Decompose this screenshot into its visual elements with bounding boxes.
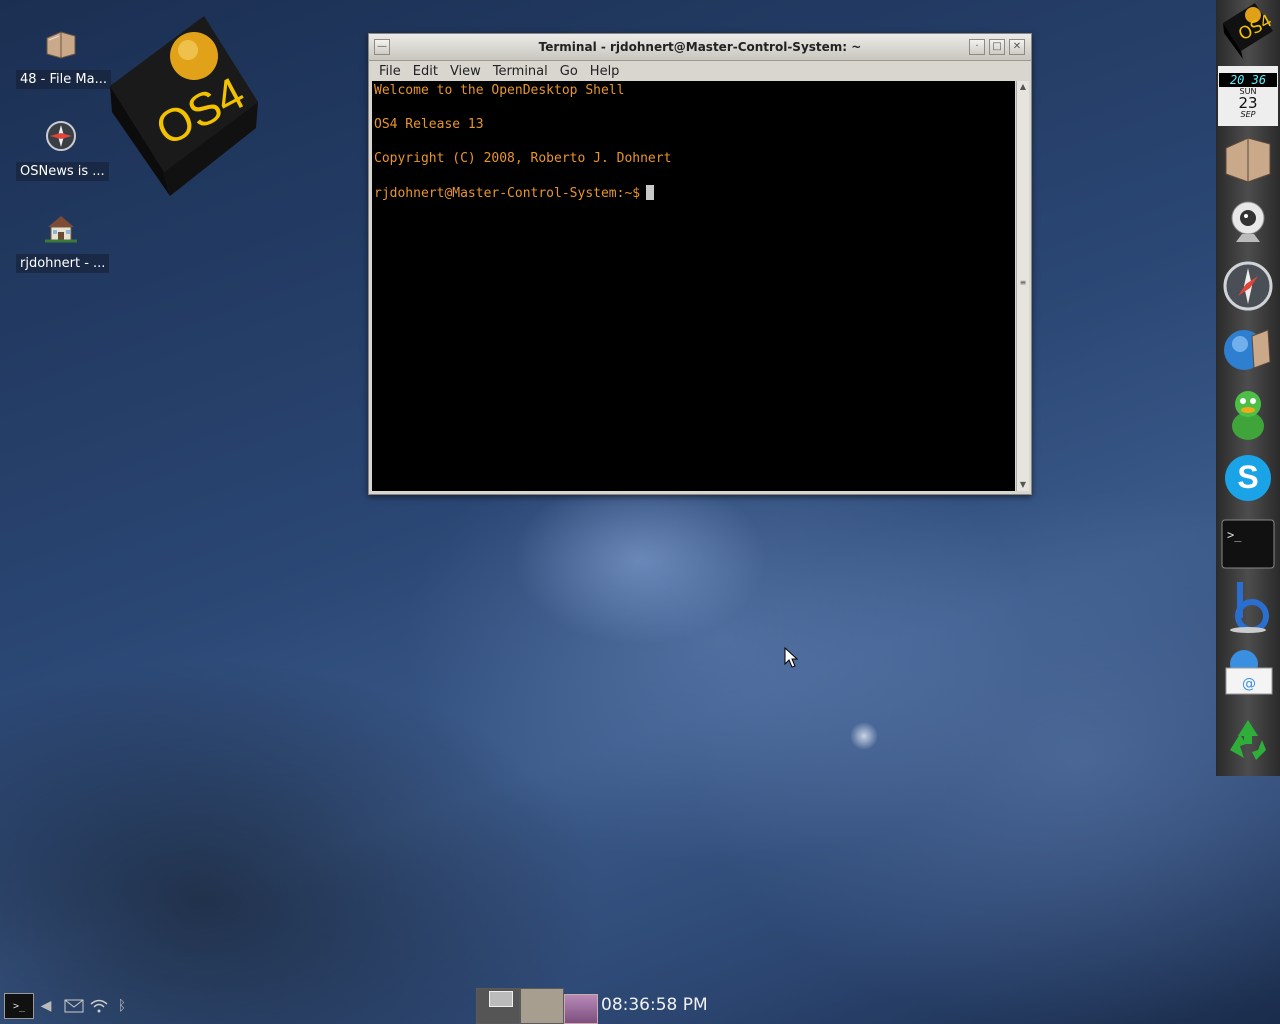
network-browser-icon[interactable] — [1220, 320, 1276, 376]
calendar-clock-widget[interactable]: 20 36 SUN 23 SEP — [1218, 66, 1278, 126]
beep-media-icon[interactable] — [1220, 578, 1276, 634]
mail-icon[interactable]: @ — [1220, 644, 1276, 700]
terminal-icon[interactable]: >_ — [4, 993, 34, 1019]
menu-help[interactable]: Help — [584, 64, 626, 79]
text-cursor — [646, 185, 655, 200]
workspace-window-thumbnail — [489, 991, 513, 1007]
desktop-icon-osnews[interactable]: OSNews is ... — [16, 118, 109, 181]
workspace-2[interactable] — [520, 988, 564, 1024]
file-manager-icon[interactable] — [1220, 130, 1276, 186]
widget-month: SEP — [1240, 110, 1256, 119]
safari-compass-icon[interactable] — [1220, 258, 1276, 314]
menu-view[interactable]: View — [444, 64, 487, 79]
taskbar-clock[interactable]: 08:36:58 PM — [601, 995, 708, 1015]
terminal-icon[interactable]: >_ — [1220, 516, 1276, 572]
desktop-icon-file-manager[interactable]: 48 - File Ma... — [16, 26, 111, 89]
menu-terminal[interactable]: Terminal — [487, 64, 554, 79]
menu-edit[interactable]: Edit — [407, 64, 444, 79]
terminal-line: Copyright (C) 2008, Roberto J. Dohnert — [374, 151, 672, 166]
bluetooth-icon[interactable]: ᛒ — [115, 996, 129, 1016]
adium-duck-icon[interactable] — [1220, 386, 1276, 442]
desktop-icon-home[interactable]: rjdohnert - ... — [16, 210, 110, 273]
webcam-icon[interactable] — [1220, 194, 1276, 250]
wifi-icon[interactable] — [89, 996, 109, 1016]
mail-icon[interactable] — [63, 996, 85, 1016]
system-tray: >_ ◀ ᛒ — [0, 990, 140, 1024]
widget-time: 20 36 — [1219, 73, 1277, 87]
os4-menu-button[interactable]: OS4 — [1220, 2, 1276, 59]
menu-file[interactable]: File — [373, 64, 407, 79]
vertical-scrollbar[interactable]: ▲ ≡ ▼ — [1016, 81, 1029, 491]
close-icon: ✕ — [1012, 41, 1022, 52]
scroll-down-icon[interactable]: ▼ — [1017, 479, 1029, 491]
terminal-prompt-line: rjdohnert@Master-Control-System:~$ — [374, 185, 655, 201]
shade-button[interactable]: · — [969, 39, 985, 55]
terminal-output[interactable]: Welcome to the OpenDesktop Shell OS4 Rel… — [372, 81, 1015, 491]
svg-text:>_: >_ — [1227, 528, 1242, 542]
workspace-pager — [476, 988, 564, 1024]
menubar: File Edit View Terminal Go Help — [369, 61, 1031, 81]
dot-icon: · — [975, 41, 979, 52]
os4-logo: OS4 — [108, 16, 260, 196]
window-titlebar[interactable]: — Terminal - rjdohnert@Master-Control-Sy… — [369, 34, 1031, 61]
terminal-line: OS4 Release 13 — [374, 117, 484, 132]
close-button[interactable]: ✕ — [1009, 39, 1025, 55]
scroll-up-icon[interactable]: ▲ — [1017, 81, 1029, 93]
maximize-button[interactable]: □ — [989, 39, 1005, 55]
compass-icon — [43, 118, 79, 154]
scroll-grip-icon[interactable]: ≡ — [1017, 277, 1029, 289]
window-title: Terminal - rjdohnert@Master-Control-Syst… — [538, 40, 862, 54]
terminal-line: Welcome to the OpenDesktop Shell — [374, 83, 625, 98]
terminal-prompt: rjdohnert@Master-Control-System:~$ — [374, 186, 641, 201]
square-icon: □ — [992, 41, 1002, 52]
desktop-icon-label: rjdohnert - ... — [16, 254, 110, 273]
svg-text:S: S — [1237, 459, 1258, 495]
volume-icon[interactable]: ◀ — [38, 996, 54, 1016]
workspace-1[interactable] — [476, 988, 520, 1024]
home-icon — [43, 210, 79, 246]
widget-date: 23 — [1238, 94, 1258, 112]
folder-icon — [43, 26, 79, 62]
mouse-pointer-icon — [784, 646, 799, 673]
desktop-icon-label: OSNews is ... — [16, 162, 109, 181]
recycle-bin-icon[interactable] — [1220, 712, 1276, 768]
svg-text:@: @ — [1242, 676, 1256, 692]
skype-icon[interactable]: S — [1220, 450, 1276, 506]
menu-go[interactable]: Go — [554, 64, 584, 79]
terminal-window[interactable]: — Terminal - rjdohnert@Master-Control-Sy… — [368, 33, 1032, 495]
desktop-icon-label: 48 - File Ma... — [16, 70, 111, 89]
taskbar-window-button[interactable] — [564, 994, 598, 1024]
dock: OS4 20 36 SUN 23 SEP S >_ @ — [1216, 0, 1280, 776]
